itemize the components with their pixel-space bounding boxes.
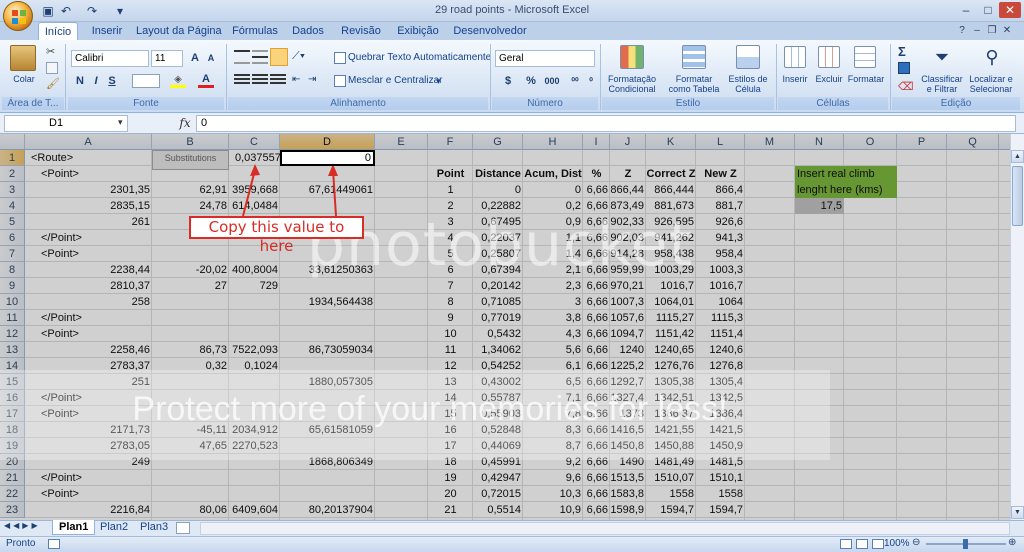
normal-view-icon[interactable]	[840, 539, 852, 549]
office-button[interactable]	[3, 1, 33, 31]
macro-record-icon[interactable]	[48, 539, 60, 549]
sheet-tab-plan2[interactable]: Plan2	[94, 520, 134, 535]
zoom-in-icon[interactable]: ⊕	[1008, 537, 1016, 548]
arrow-to-d1	[332, 169, 337, 217]
zoom-slider-thumb[interactable]	[963, 539, 968, 549]
sheet-tab-plan3[interactable]: Plan3	[134, 520, 174, 535]
callout-arrows	[242, 164, 338, 217]
horizontal-scrollbar[interactable]	[200, 522, 1010, 535]
status-mode: Pronto	[6, 538, 36, 549]
callout-box: Copy this value to here	[189, 216, 364, 255]
scroll-up-icon[interactable]: ▲	[1011, 150, 1024, 163]
page-break-view-icon[interactable]	[872, 539, 884, 549]
scroll-down-icon[interactable]: ▼	[1011, 506, 1024, 519]
sheet-tab-plan1[interactable]: Plan1	[52, 520, 96, 535]
cell-b1[interactable]: Substitutions	[152, 150, 229, 166]
page-layout-view-icon[interactable]	[856, 539, 868, 549]
zoom-level[interactable]: 100%	[884, 538, 910, 549]
arrowhead-c1-icon	[250, 164, 260, 176]
scroll-thumb[interactable]	[1012, 166, 1023, 226]
zoom-out-icon[interactable]: ⊖	[912, 537, 920, 548]
sheet-nav-icon[interactable]: ◀◀▶▶	[4, 521, 41, 530]
new-sheet-icon[interactable]	[176, 522, 190, 534]
arrow-to-c1	[242, 169, 256, 217]
office-logo-icon	[12, 10, 26, 24]
active-cell-d1[interactable]: 0	[280, 150, 375, 166]
status-bar	[0, 536, 1024, 552]
